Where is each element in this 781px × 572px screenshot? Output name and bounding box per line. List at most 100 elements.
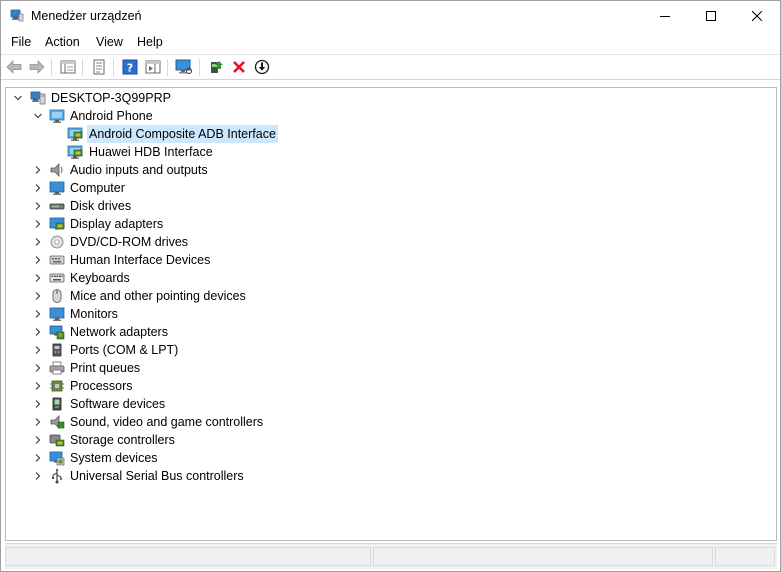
tree-item-label: Processors <box>70 379 133 393</box>
printer-icon <box>49 361 65 375</box>
properties-button[interactable] <box>90 58 108 76</box>
tree-category[interactable]: Universal Serial Bus controllers <box>6 467 776 485</box>
collapsed-chevron-icon[interactable] <box>33 453 43 463</box>
tree-item-label: DESKTOP-3Q99PRP <box>51 91 171 105</box>
tree-item-label: System devices <box>70 451 158 465</box>
tree-category[interactable]: System devices <box>6 449 776 467</box>
dvd-icon <box>50 235 64 249</box>
tree-category[interactable]: Ports (COM & LPT) <box>6 341 776 359</box>
console-tree-button[interactable] <box>59 58 77 76</box>
tree-item-label: Android Composite ADB Interface <box>87 125 278 143</box>
tree-category[interactable]: Keyboards <box>6 269 776 287</box>
forward-arrow-icon <box>29 60 45 74</box>
tree-item-label: Huawei HDB Interface <box>89 145 213 159</box>
processor-icon <box>50 380 64 392</box>
status-segment <box>715 547 775 566</box>
toolbar-separator <box>51 59 52 76</box>
tree-category[interactable]: Sound, video and game controllers <box>6 413 776 431</box>
system-device-icon <box>49 451 65 466</box>
collapsed-chevron-icon[interactable] <box>33 399 43 409</box>
tree-category[interactable]: Storage controllers <box>6 431 776 449</box>
window-title: Menedżer urządzeń <box>31 9 142 23</box>
collapsed-chevron-icon[interactable] <box>33 345 43 355</box>
tree-category[interactable]: Computer <box>6 179 776 197</box>
back-button[interactable] <box>5 58 23 76</box>
toolbar-separator <box>167 59 168 76</box>
down-arrow-circle-icon <box>254 59 270 75</box>
collapsed-chevron-icon[interactable] <box>33 165 43 175</box>
collapsed-chevron-icon[interactable] <box>33 183 43 193</box>
expanded-chevron-icon[interactable] <box>13 93 23 103</box>
collapsed-chevron-icon[interactable] <box>33 255 43 265</box>
properties-icon <box>93 59 105 75</box>
collapsed-chevron-icon[interactable] <box>33 435 43 445</box>
uninstall-device-button[interactable] <box>230 58 248 76</box>
collapsed-chevron-icon[interactable] <box>33 309 43 319</box>
maximize-button[interactable] <box>688 1 734 31</box>
collapsed-chevron-icon[interactable] <box>33 381 43 391</box>
menu-action[interactable]: Action <box>45 35 80 49</box>
tree-item-label: Print queues <box>70 361 141 375</box>
tree-item-label: Sound, video and game controllers <box>70 415 264 429</box>
collapsed-chevron-icon[interactable] <box>33 471 43 481</box>
tree-item-label: Audio inputs and outputs <box>70 163 208 177</box>
menu-help[interactable]: Help <box>137 35 163 49</box>
tree-category[interactable]: Network adapters <box>6 323 776 341</box>
toolbar-separator <box>113 59 114 76</box>
tree-device[interactable]: Android Composite ADB Interface <box>6 125 776 143</box>
collapsed-chevron-icon[interactable] <box>33 273 43 283</box>
device-tree[interactable]: DESKTOP-3Q99PRP Android Phone Android Comp… <box>5 87 777 541</box>
back-arrow-icon <box>6 60 22 74</box>
device-interface-icon <box>67 145 83 159</box>
tree-category[interactable]: Processors <box>6 377 776 395</box>
tree-item-label: Monitors <box>70 307 118 321</box>
tree-category[interactable]: Android Phone <box>6 107 776 125</box>
tree-item-label: Human Interface Devices <box>70 253 211 267</box>
status-bar <box>5 543 777 569</box>
tree-device[interactable]: Huawei HDB Interface <box>6 143 776 161</box>
update-driver-button[interactable] <box>207 58 225 76</box>
collapsed-chevron-icon[interactable] <box>33 237 43 247</box>
title-bar[interactable]: Menedżer urządzeń <box>1 1 780 31</box>
menu-view[interactable]: View <box>96 35 123 49</box>
action-pane-button[interactable] <box>144 58 162 76</box>
close-icon <box>752 11 762 21</box>
storage-controller-icon <box>49 434 65 447</box>
menu-file[interactable]: File <box>11 35 31 49</box>
close-button[interactable] <box>734 1 780 31</box>
collapsed-chevron-icon[interactable] <box>33 219 43 229</box>
scan-hardware-button[interactable] <box>175 58 193 76</box>
speaker-icon <box>50 163 63 177</box>
toolbar-separator <box>199 59 200 76</box>
tree-category[interactable]: Display adapters <box>6 215 776 233</box>
device-interface-icon <box>67 127 83 141</box>
minimize-button[interactable] <box>642 1 688 31</box>
tree-root[interactable]: DESKTOP-3Q99PRP <box>6 89 776 107</box>
minimize-icon <box>660 16 670 17</box>
tree-item-label: DVD/CD-ROM drives <box>70 235 189 249</box>
tree-category[interactable]: Audio inputs and outputs <box>6 161 776 179</box>
hid-icon <box>49 255 65 265</box>
tree-item-label: Storage controllers <box>70 433 175 447</box>
console-tree-icon <box>60 60 76 74</box>
status-segment <box>373 547 713 566</box>
tree-category[interactable]: DVD/CD-ROM drives <box>6 233 776 251</box>
disable-device-button[interactable] <box>253 58 271 76</box>
maximize-icon <box>706 11 716 21</box>
port-icon <box>52 343 62 357</box>
tree-category[interactable]: Print queues <box>6 359 776 377</box>
collapsed-chevron-icon[interactable] <box>33 291 43 301</box>
tree-category[interactable]: Mice and other pointing devices <box>6 287 776 305</box>
help-icon: ? <box>122 59 138 75</box>
tree-category[interactable]: Disk drives <box>6 197 776 215</box>
collapsed-chevron-icon[interactable] <box>33 201 43 211</box>
forward-button[interactable] <box>28 58 46 76</box>
collapsed-chevron-icon[interactable] <box>33 363 43 373</box>
tree-category[interactable]: Monitors <box>6 305 776 323</box>
expanded-chevron-icon[interactable] <box>33 111 43 121</box>
collapsed-chevron-icon[interactable] <box>33 417 43 427</box>
help-button[interactable]: ? <box>121 58 139 76</box>
tree-category[interactable]: Software devices <box>6 395 776 413</box>
tree-category[interactable]: Human Interface Devices <box>6 251 776 269</box>
collapsed-chevron-icon[interactable] <box>33 327 43 337</box>
